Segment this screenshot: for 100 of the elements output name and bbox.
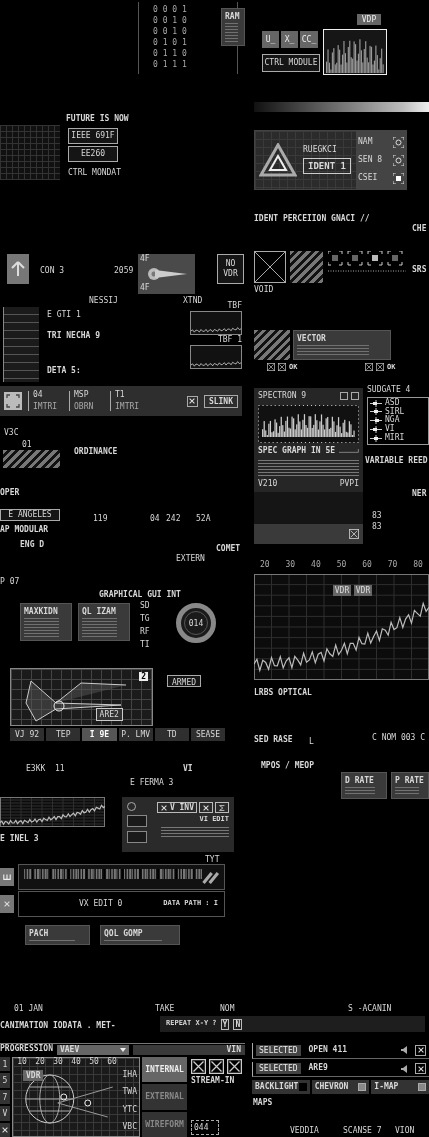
toggle-box[interactable] (358, 1083, 367, 1091)
panel-title: SUDGATE 4 (367, 386, 412, 395)
side-button[interactable]: 7 (0, 1089, 10, 1105)
axis-label: IHA (122, 1071, 137, 1080)
close-button[interactable] (415, 1063, 426, 1075)
crossed-box-icon (227, 1059, 242, 1074)
hud-label: 83 (372, 523, 382, 532)
tab[interactable]: I 9E (82, 728, 117, 741)
tag-label: VIN (133, 1044, 245, 1055)
hatch-stripes (3, 450, 60, 468)
close-button[interactable] (415, 1044, 426, 1056)
tab[interactable]: SEASE (190, 728, 226, 741)
tab[interactable]: P. LMV (118, 728, 153, 741)
hud-label: 04 (150, 515, 160, 524)
side-button[interactable]: V (0, 1106, 10, 1121)
hud-button[interactable]: CTRL MODULE (262, 54, 320, 72)
hud-button[interactable]: NO VDR (217, 254, 244, 284)
matrix-row-text: 0 0 0 1 (153, 6, 188, 15)
dropdown[interactable]: VAEV (57, 1044, 129, 1055)
sensor-label: CSEI (358, 173, 378, 183)
tab[interactable]: TD (154, 728, 189, 741)
hud-button[interactable]: IEEE 691F (68, 128, 118, 144)
text-lines (225, 23, 238, 42)
card-title: D RATE (345, 776, 375, 785)
selection-row[interactable]: SELECTED OPEN 411 (252, 1043, 429, 1059)
toggle-box[interactable] (298, 1083, 307, 1091)
hud-label: GRAPHICAL GUI INT (99, 591, 181, 600)
hud-label: 242 (166, 515, 181, 524)
hud-label: MPOS / MEOP (261, 762, 314, 771)
field-value: 04 (33, 390, 44, 400)
hud-label: OPER (0, 489, 20, 498)
tab[interactable]: VJ 92 (10, 728, 45, 741)
toggle-item[interactable]: BACKLIGHT (252, 1080, 310, 1094)
graph-caption: SPEC GRAPH IN 5E (258, 446, 336, 456)
mode-button[interactable]: EXTERNAL (142, 1084, 187, 1110)
hud-button[interactable]: E ANGELES (0, 509, 60, 521)
text-lines (104, 940, 162, 942)
toggle-label: I-MAP (374, 1082, 399, 1092)
card-title: P RATE (395, 776, 425, 785)
matrix-row-text: 0 0 1 0 (153, 17, 188, 26)
axis-label: 30 (285, 561, 296, 571)
toggle-box[interactable] (418, 1083, 426, 1091)
focus-icon (393, 154, 404, 166)
channel-label: SIRL (385, 407, 405, 416)
hud-label: MAPS (253, 1099, 273, 1108)
hud-label: VION (395, 1127, 415, 1136)
ring-gauge: 014 (176, 603, 216, 643)
tag-label: X_ (281, 31, 298, 48)
ident-title: IDENT 1 (303, 157, 351, 174)
tag-label: ARE2 (95, 708, 123, 722)
arrow-tile[interactable] (7, 254, 29, 284)
yes-button[interactable]: Y (220, 1018, 230, 1030)
sensor-label: SEN 8 (358, 155, 383, 165)
tab[interactable]: TEP (46, 728, 81, 741)
side-label: TG (140, 615, 151, 624)
crossed-box-icon (191, 1059, 206, 1074)
mode-button[interactable]: INTERNAL (142, 1057, 187, 1083)
hatch-stripes (290, 251, 323, 283)
tag-label: SELECTED (256, 1063, 301, 1075)
hud-button[interactable]: ARMED (167, 675, 201, 687)
close-button[interactable] (0, 1122, 10, 1137)
card-title: MAXKIDN (24, 607, 59, 616)
field-label: IMTRI (115, 402, 141, 412)
side-button[interactable]: 5 (0, 1073, 10, 1088)
hud-button[interactable]: EE260 (68, 146, 118, 162)
channel-label: VI (385, 425, 395, 434)
hud-label: 01 (22, 441, 32, 450)
no-button[interactable]: N (233, 1018, 243, 1030)
toggle-item[interactable]: I-MAP (371, 1080, 429, 1094)
mode-button[interactable]: WIREFORM (142, 1111, 187, 1137)
sigma-icon (218, 803, 226, 812)
matrix-row-text: 0 1 1 0 (153, 50, 188, 59)
close-icon (416, 1064, 425, 1073)
toggle-button[interactable]: V INV (156, 802, 197, 813)
tag-label: SELECTED (256, 1044, 301, 1056)
reading-label: V210 (258, 479, 278, 489)
action-button[interactable]: SLINK (203, 394, 238, 408)
close-button[interactable] (199, 802, 213, 813)
card-title: PACH (29, 929, 50, 938)
hud-label: TAKE (155, 1005, 175, 1014)
input-field[interactable] (127, 815, 147, 827)
hud-label: P 07 (0, 578, 20, 587)
hud-label: CHE (412, 225, 427, 234)
selection-row[interactable]: SELECTED ARE9 (252, 1061, 429, 1077)
close-icon (416, 1046, 425, 1055)
hatch-stripes (254, 330, 290, 360)
axis-label: 80 (413, 561, 423, 571)
toggle-item[interactable]: CHEVRON (311, 1080, 370, 1094)
field-value: MSP (74, 390, 90, 400)
channel-label: NGA (385, 416, 400, 425)
hud-label: NESSIJ (89, 297, 118, 306)
axis-label: VBC (122, 1122, 137, 1132)
hud-label: CON 3 (40, 267, 65, 276)
counter-box: 044 (191, 1120, 219, 1135)
sigma-button[interactable] (215, 802, 229, 813)
hud-label: E INEL 3 (0, 835, 39, 844)
input-field[interactable] (127, 831, 147, 843)
axis-label: 20 (260, 561, 270, 571)
side-button[interactable]: 1 (0, 1057, 10, 1072)
close-button[interactable] (186, 395, 198, 407)
